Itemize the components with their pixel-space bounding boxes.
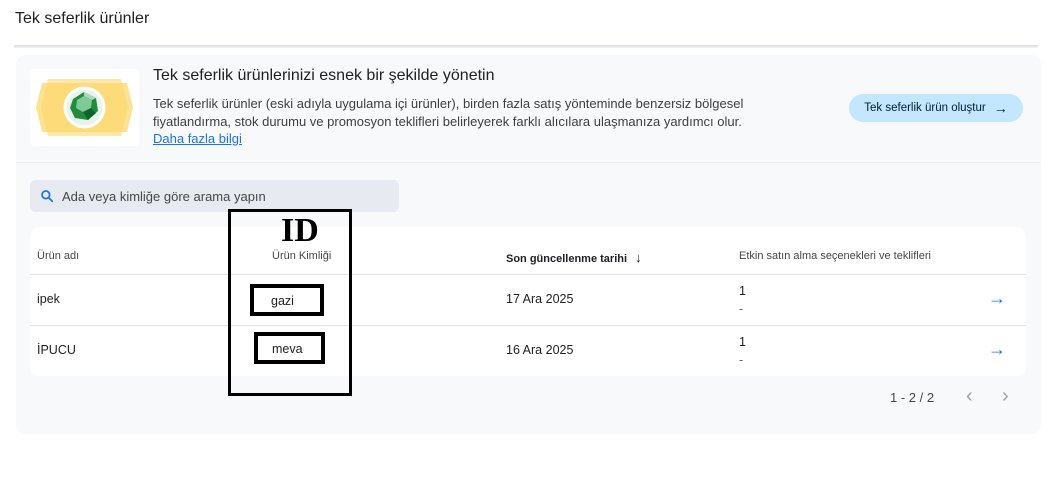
- create-button-label: Tek seferlik ürün oluştur: [864, 102, 986, 114]
- learn-more-link[interactable]: Daha fazla bilgi: [153, 131, 242, 146]
- page-title: Tek seferlik ürünler: [15, 10, 150, 27]
- chevron-right-icon[interactable]: ›: [1002, 385, 1009, 408]
- create-product-button[interactable]: Tek seferlik ürün oluştur →: [849, 94, 1023, 122]
- header-active-options[interactable]: Etkin satın alma seçenekleri ve teklifle…: [739, 250, 931, 262]
- product-id: meva: [272, 342, 303, 356]
- active-offers: -: [739, 302, 744, 316]
- product-name: İPUCU: [37, 343, 76, 357]
- products-table: Ürün adı Ürün Kimliği Son güncellenme ta…: [30, 227, 1026, 376]
- active-options-count: 1: [739, 284, 746, 298]
- header-last-updated[interactable]: Son güncellenme tarihi ↓: [506, 250, 642, 265]
- header-product-name[interactable]: Ürün adı: [37, 250, 79, 262]
- id-highlight-box: meva: [254, 332, 325, 364]
- info-banner: Tek seferlik ürünlerinizi esnek bir şeki…: [16, 55, 1041, 163]
- arrow-right-icon[interactable]: →: [988, 339, 1006, 360]
- id-highlight-box: gazi: [250, 284, 324, 316]
- last-updated: 16 Ara 2025: [506, 343, 574, 357]
- arrow-right-icon: →: [993, 100, 1008, 116]
- search-icon: [41, 190, 54, 203]
- product-id: gazi: [271, 294, 294, 308]
- banner-description: Tek seferlik ürünler (eski adıyla uygula…: [153, 96, 744, 129]
- title-divider: [14, 45, 1038, 48]
- search-bar[interactable]: [30, 180, 399, 212]
- chevron-left-icon[interactable]: ‹: [966, 385, 973, 408]
- search-input[interactable]: [62, 188, 382, 204]
- last-updated: 17 Ara 2025: [506, 292, 574, 306]
- pagination-range: 1 - 2 / 2: [890, 390, 935, 405]
- active-offers: -: [739, 353, 744, 367]
- gem-icon: [36, 79, 133, 136]
- id-annotation-label: ID: [281, 212, 319, 249]
- product-name: ipek: [37, 292, 60, 306]
- banner-title: Tek seferlik ürünlerinizi esnek bir şeki…: [153, 67, 495, 84]
- arrow-right-icon[interactable]: →: [988, 288, 1006, 309]
- table-row[interactable]: ipek 17 Ara 2025 1 - →: [30, 274, 1026, 325]
- header-last-updated-label: Son güncellenme tarihi: [506, 253, 628, 265]
- active-options-count: 1: [739, 335, 746, 349]
- banner-illustration: [30, 69, 139, 146]
- arrow-down-icon: ↓: [635, 250, 642, 265]
- table-row[interactable]: İPUCU 16 Ara 2025 1 - →: [30, 325, 1026, 376]
- products-card: Tek seferlik ürünlerinizi esnek bir şeki…: [16, 55, 1041, 434]
